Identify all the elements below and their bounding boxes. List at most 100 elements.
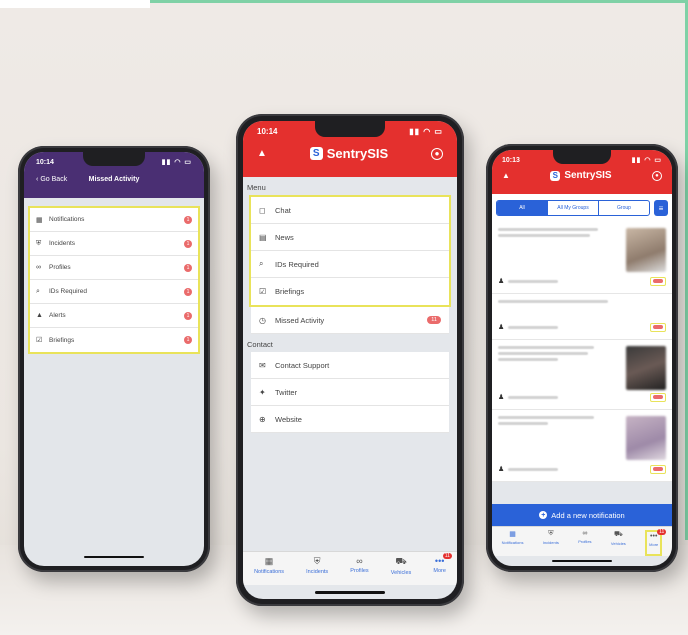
signal-wifi-battery-icon: ▮▮ ◠ ▭ [631,157,662,164]
phone-notch [553,150,611,164]
unread-pill [650,322,666,332]
phone-menu: 10:14 ▮▮ ◠ ▭ ▲ S SentrySIS ● Menu ◻ Chat… [236,114,464,606]
brand-name: SentrySIS [564,170,612,181]
user-icon[interactable]: ● [430,147,443,160]
app-brand: S SentrySIS [550,170,612,181]
tab-vehicles[interactable]: ⛟ Vehicles [611,530,626,556]
chat-icon: ◻ [259,205,266,215]
blurred-text [498,352,588,355]
tab-notifications[interactable]: ▦ Notifications [502,530,524,556]
alert-icon: ▲ [36,312,43,319]
notification-thumbnail [626,416,666,460]
author-row: ♟ [498,393,559,401]
phone-missed-activity: 10:14 ▮▮ ◠ ▭ ‹ Go Back Missed Activity ▦… [18,146,210,572]
menu-list: ◻ Chat ▤ News ⌕ IDs Required ☑ Briefings [249,195,451,307]
grid-icon: ▦ [36,216,43,224]
alert-icon[interactable]: ▲ [502,171,510,180]
unread-pill [650,392,666,402]
author-row: ♟ [498,277,559,285]
notification-thumbnail [626,346,666,390]
card-footer: ♟ [498,273,666,289]
list-item-notifications[interactable]: ▦ Notifications 1 [30,208,198,232]
glasses-icon: ∞ [356,556,363,566]
tab-profiles[interactable]: ∞ Profiles [578,530,591,556]
notification-card[interactable]: ♟ [492,340,672,410]
brand-name: SentrySIS [326,146,389,161]
count-badge: 1 [184,263,192,272]
list-item-briefings[interactable]: ☑ Briefings 1 [30,328,198,352]
segment-all[interactable]: All [497,201,548,215]
tab-profiles[interactable]: ∞ Profiles [350,556,368,585]
segment-all-my-groups[interactable]: All My Groups [548,201,599,215]
count-badge: 11 [427,316,441,324]
contact-item-label: Website [275,414,302,424]
search-icon: ⌕ [259,259,264,268]
top-left-strip [0,0,150,8]
home-indicator[interactable] [552,560,612,562]
missed-activity-list: ▦ Notifications 1 ⛨ Incidents 1 ∞ Profil… [28,206,200,354]
blurred-text [498,228,598,231]
blurred-text [508,467,559,471]
menu-item-ids-required[interactable]: ⌕ IDs Required [251,251,449,278]
tab-label: Vehicles [390,570,412,576]
tab-incidents[interactable]: ⛨ Incidents [543,530,559,556]
menu-item-news[interactable]: ▤ News [251,224,449,251]
tab-more[interactable]: ••• 11 More [433,553,452,585]
blurred-text [498,358,558,361]
list-item-label: Alerts [49,312,66,319]
car-icon: ⛟ [395,556,407,566]
nav-bar: ‹ Go Back Missed Activity [36,176,192,183]
blurred-text [508,279,559,283]
home-indicator[interactable] [315,591,385,594]
globe-icon: ⊕ [259,414,266,424]
card-footer: ♟ [498,389,666,405]
shield-icon: ⛨ [36,239,42,247]
alert-icon[interactable]: ▲ [257,148,267,159]
menu-item-chat[interactable]: ◻ Chat [251,197,449,224]
filter-button[interactable]: ≡ [654,200,668,216]
sentrysis-logo-icon: S [309,147,323,160]
tab-notifications[interactable]: ▦ Notifications [254,556,284,585]
contact-item-label: Contact Support [275,360,330,370]
shield-icon: ⛨ [548,530,554,537]
signal-wifi-battery-icon: ▮▮ ◠ ▭ [161,159,192,166]
person-icon: ♟ [498,466,505,473]
menu-item-label: Missed Activity [275,315,325,325]
list-item-profiles[interactable]: ∞ Profiles 1 [30,256,198,280]
back-button[interactable]: ‹ Go Back [36,176,67,183]
tab-vehicles[interactable]: ⛟ Vehicles [391,556,412,585]
phone-notifications: 10:13 ▮▮ ◠ ▭ ▲ S SentrySIS ● All All My … [486,144,678,572]
group-segmented-control: All All My Groups Group [496,200,650,216]
tab-label: Vehicles [610,541,626,546]
home-indicator[interactable] [84,556,144,558]
menu-item-briefings[interactable]: ☑ Briefings [251,278,449,305]
count-badge: 1 [184,215,192,224]
count-badge: 1 [184,287,192,296]
contact-item-website[interactable]: ⊕ Website [251,406,449,433]
mail-icon: ✉ [259,360,266,370]
menu-item-missed-activity[interactable]: ◷ Missed Activity 11 [251,307,449,334]
notification-card[interactable]: ♟ [492,222,672,294]
list-item-alerts[interactable]: ▲ Alerts 1 [30,304,198,328]
tab-incidents[interactable]: ⛨ Incidents [306,556,328,585]
notification-card[interactable]: ♟ [492,410,672,482]
contact-item-twitter[interactable]: ✦ Twitter [251,379,449,406]
list-item-incidents[interactable]: ⛨ Incidents 1 [30,232,198,256]
tab-label: Notifications [501,540,524,545]
tab-more[interactable]: ••• 11 More [645,529,667,556]
card-footer: ♟ [498,319,666,335]
twitter-icon: ✦ [259,387,266,397]
blurred-text [498,416,594,419]
list-item-label: Incidents [49,240,76,247]
bottom-tab-bar: ▦ Notifications ⛨ Incidents ∞ Profiles ⛟… [243,551,457,585]
more-icon: ••• [650,533,658,540]
list-item-ids-required[interactable]: ⌕ IDs Required 1 [30,280,198,304]
add-notification-button[interactable]: + Add a new notification [492,504,672,526]
contact-item-support[interactable]: ✉ Contact Support [251,352,449,379]
user-icon[interactable]: ● [651,170,662,181]
notification-card[interactable]: ♟ [492,294,672,340]
segment-group[interactable]: Group [599,201,649,215]
count-badge: 11 [442,553,452,559]
menu-item-label: News [275,232,294,242]
checklist-icon: ☑ [36,337,43,344]
